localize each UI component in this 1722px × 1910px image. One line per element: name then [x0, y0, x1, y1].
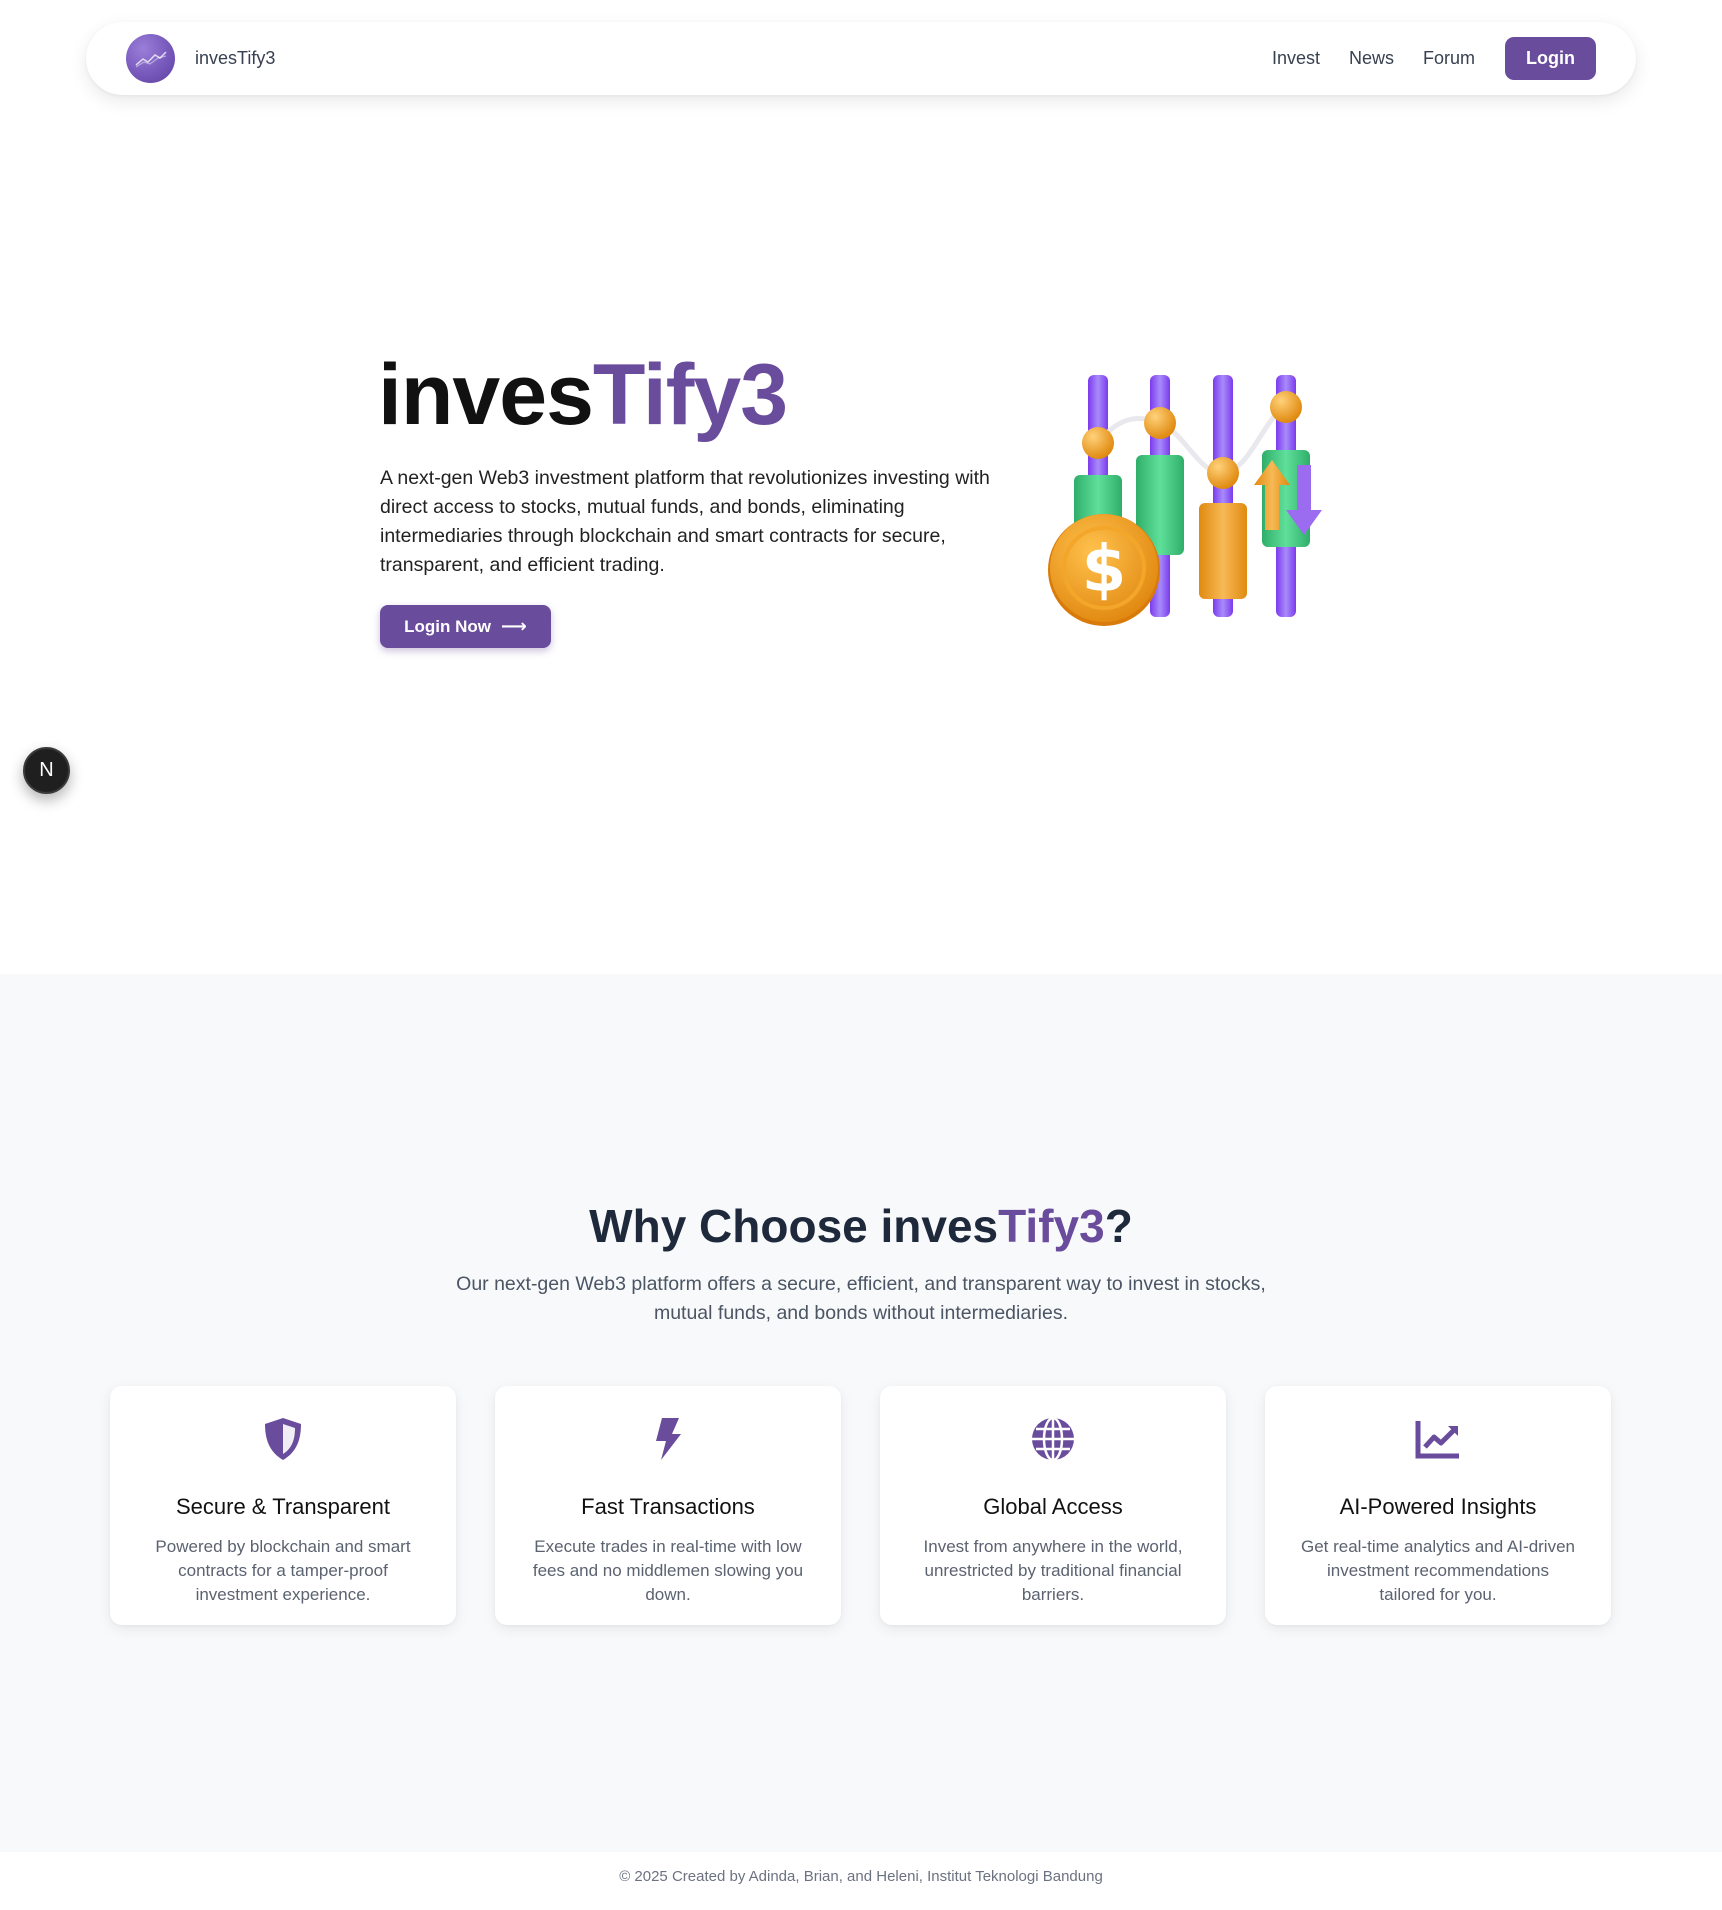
features-title: Why Choose invesTify3? [0, 1198, 1722, 1254]
features-title-plain: inves [880, 1200, 999, 1252]
nav-links: Invest News Forum Login [1243, 37, 1596, 80]
feature-card-title: AI-Powered Insights [1339, 1494, 1537, 1519]
features-section: Why Choose invesTify3? Our next-gen Web3… [0, 974, 1722, 1852]
hero-title-plain: inves [378, 347, 594, 443]
svg-text:$: $ [1082, 533, 1127, 607]
feature-card-description: Invest from anywhere in the world, unres… [923, 1537, 1183, 1604]
shield-icon [110, 1416, 456, 1462]
login-now-button[interactable]: Login Now ⟶ [380, 605, 551, 648]
features-subtitle: Our next-gen Web3 platform offers a secu… [456, 1273, 1266, 1324]
feature-card-description: Execute trades in real-time with low fee… [532, 1537, 804, 1604]
feature-card-ai: AI-Powered Insights Get real-time analyt… [1265, 1386, 1611, 1625]
brand[interactable]: invesTify3 [126, 34, 275, 83]
hero-title-accent: Tify3 [592, 347, 788, 443]
arrow-right-icon: ⟶ [501, 616, 527, 636]
hero-title: invesTify3 [378, 345, 788, 445]
features-title-accent: Tify3 [998, 1200, 1105, 1252]
chart-line-icon [1265, 1416, 1611, 1462]
feature-card-global: Global Access Invest from anywhere in th… [880, 1386, 1226, 1625]
nav-link-invest[interactable]: Invest [1272, 48, 1320, 69]
lightning-icon [495, 1416, 841, 1462]
feature-card-description: Powered by blockchain and smart contract… [155, 1537, 411, 1604]
navbar: invesTify3 Invest News Forum Login [86, 22, 1636, 95]
login-now-label: Login Now [404, 616, 492, 636]
stock-chart-coin-illustration: $ [1040, 365, 1340, 642]
feature-card-title: Global Access [983, 1494, 1123, 1519]
globe-icon [880, 1416, 1226, 1462]
feature-card-description: Get real-time analytics and AI-driven in… [1300, 1537, 1575, 1604]
logo-icon [126, 34, 175, 83]
nav-link-forum[interactable]: Forum [1423, 48, 1475, 69]
features-title-bold: Why Choose [589, 1200, 881, 1252]
nav-link-news[interactable]: News [1349, 48, 1394, 69]
feature-card-title: Secure & Transparent [175, 1494, 390, 1519]
footer: © 2025 Created by Adinda, Brian, and Hel… [619, 1868, 1103, 1885]
feature-card-title: Fast Transactions [581, 1494, 755, 1519]
feature-card-fast: Fast Transactions Execute trades in real… [495, 1386, 841, 1625]
login-button[interactable]: Login [1505, 37, 1596, 80]
floating-badge-n[interactable]: N [23, 747, 70, 794]
features-title-end: ? [1104, 1200, 1133, 1252]
hero-description: A next-gen Web3 investment platform that… [380, 467, 990, 576]
brand-name: invesTify3 [195, 48, 276, 68]
feature-card-secure: Secure & Transparent Powered by blockcha… [110, 1386, 456, 1625]
